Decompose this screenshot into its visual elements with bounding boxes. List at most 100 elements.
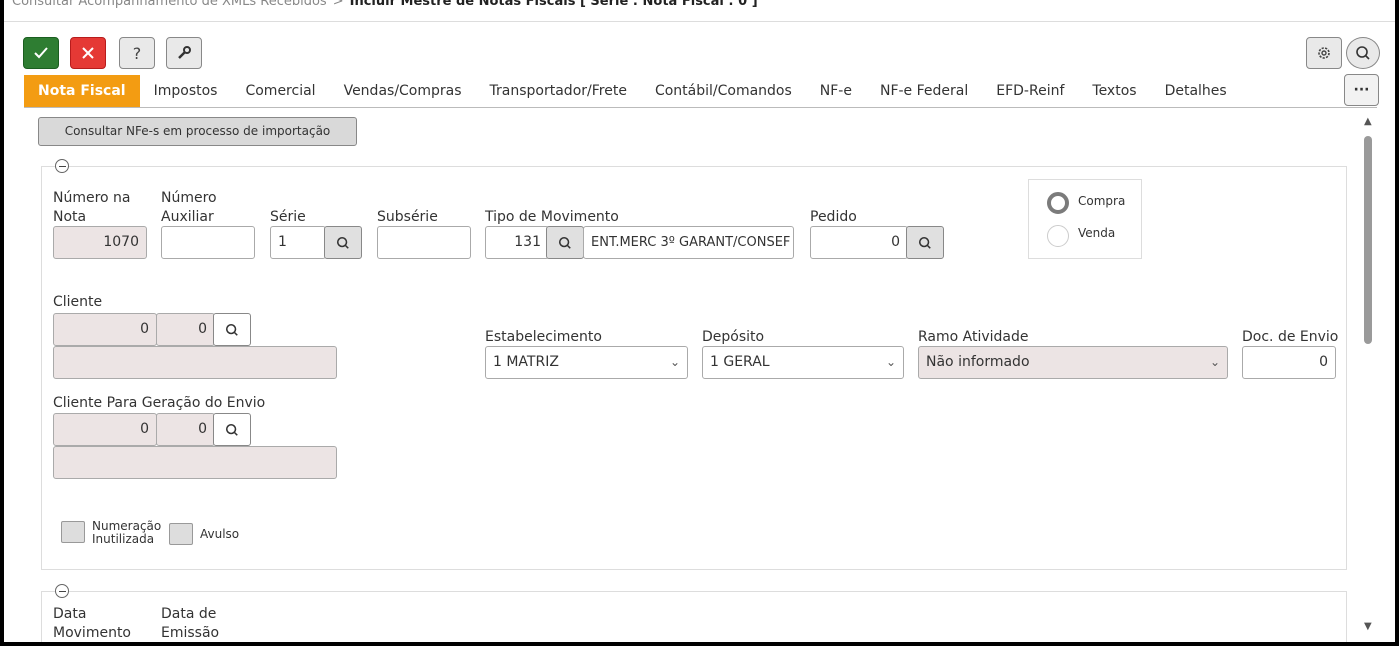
numero-aux-label-1: Número <box>161 190 217 206</box>
venda-radio[interactable] <box>1047 225 1069 247</box>
avulso-checkbox[interactable] <box>169 523 193 545</box>
cliente-code1-field[interactable]: 0 <box>53 313 157 346</box>
cancel-button[interactable] <box>70 37 106 69</box>
tab-cont-bil-comandos[interactable]: Contábil/Comandos <box>641 75 806 107</box>
tools-button[interactable] <box>166 37 202 69</box>
avulso-label: Avulso <box>200 527 240 541</box>
pedido-field[interactable]: 0 <box>810 226 908 259</box>
pedido-search-button[interactable] <box>906 226 944 259</box>
tab-comercial[interactable]: Comercial <box>231 75 329 107</box>
tab-efd-reinf[interactable]: EFD-Reinf <box>982 75 1078 107</box>
scroll-down-icon[interactable]: ▼ <box>1364 621 1372 632</box>
deposito-value: 1 GERAL <box>710 354 770 370</box>
search-icon <box>225 423 238 436</box>
app-frame: Consultar Acompanhamento de XMLs Recebid… <box>4 0 1395 642</box>
help-button[interactable]: ? <box>119 37 155 69</box>
search-icon <box>225 323 238 336</box>
tab-detalhes[interactable]: Detalhes <box>1151 75 1241 107</box>
vertical-scrollbar[interactable]: ▲ ▼ <box>1361 110 1377 632</box>
settings-button[interactable] <box>1306 37 1342 69</box>
deposito-label: Depósito <box>702 329 765 345</box>
serie-field[interactable]: 1 <box>270 226 326 259</box>
ramo-atividade-value: Não informado <box>926 354 1030 370</box>
chevron-down-icon: ⌄ <box>669 355 680 369</box>
cliente-envio-code2-field[interactable]: 0 <box>156 413 215 446</box>
subserie-label: Subsérie <box>377 209 438 225</box>
doc-envio-field[interactable]: 0 <box>1242 346 1336 379</box>
scroll-up-icon[interactable]: ▲ <box>1364 116 1372 127</box>
tipo-movimento-code-field[interactable]: 131 <box>485 226 549 259</box>
estabelecimento-select[interactable]: 1 MATRIZ ⌄ <box>485 346 688 379</box>
search-icon <box>558 236 571 249</box>
tab-bar: Nota Fiscal Impostos Comercial Vendas/Compr… <box>24 75 1241 107</box>
consult-nfe-button[interactable]: Consultar NFe-s em processo de importaçã… <box>38 117 357 146</box>
tab-nota-fiscal[interactable]: Nota Fiscal <box>24 75 140 107</box>
breadcrumb-separator: > <box>332 0 344 9</box>
cliente-label: Cliente <box>53 294 103 310</box>
cliente-envio-label: Cliente Para Geração do Envio <box>53 395 266 411</box>
collapse-section-icon[interactable] <box>55 159 69 173</box>
pedido-label: Pedido <box>810 209 857 225</box>
gear-icon <box>1318 47 1330 59</box>
collapse-section-icon[interactable] <box>55 584 69 598</box>
datas-section <box>41 591 1347 642</box>
tab-impostos[interactable]: Impostos <box>140 75 232 107</box>
more-options-button[interactable]: ··· <box>1344 74 1379 106</box>
numero-auxiliar-field[interactable] <box>161 226 255 259</box>
search-button[interactable] <box>1346 37 1380 69</box>
cliente-envio-name-field[interactable] <box>53 446 337 479</box>
search-icon <box>1356 46 1370 60</box>
data-movimento-label-1: Data <box>53 606 87 622</box>
tipo-movimento-label: Tipo de Movimento <box>485 209 619 225</box>
numero-nota-field[interactable]: 1070 <box>53 226 147 259</box>
chevron-down-icon: ⌄ <box>885 355 896 369</box>
tab-nf-e[interactable]: NF-e <box>806 75 866 107</box>
search-icon <box>336 236 349 249</box>
numeracao-inutilizada-checkbox[interactable] <box>61 521 85 543</box>
tab-nf-e-federal[interactable]: NF-e Federal <box>866 75 982 107</box>
data-emissao-label-2: Emissão <box>161 625 220 641</box>
tab-textos[interactable]: Textos <box>1078 75 1150 107</box>
cliente-envio-search-button[interactable] <box>213 413 251 446</box>
check-icon <box>34 47 48 59</box>
scroll-thumb[interactable] <box>1364 136 1372 344</box>
tipo-movimento-description-field[interactable]: ENT.MERC 3º GARANT/CONSEF <box>583 226 794 259</box>
cliente-envio-code1-field[interactable]: 0 <box>53 413 157 446</box>
estabelecimento-value: 1 MATRIZ <box>493 354 559 370</box>
numeracao-label-2: Inutilizada <box>92 532 155 546</box>
search-icon <box>918 236 931 249</box>
data-emissao-label-1: Data de <box>161 606 217 622</box>
deposito-select[interactable]: 1 GERAL ⌄ <box>702 346 904 379</box>
help-label: ? <box>132 43 142 63</box>
venda-label: Venda <box>1078 226 1116 240</box>
ramo-atividade-label: Ramo Atividade <box>918 329 1029 345</box>
numero-nota-label-2: Nota <box>53 209 87 225</box>
tab-divider <box>24 107 1377 108</box>
compra-label: Compra <box>1078 194 1126 208</box>
tab-vendas-compras[interactable]: Vendas/Compras <box>330 75 476 107</box>
data-movimento-label-2: Movimento <box>53 625 131 641</box>
confirm-button[interactable] <box>23 37 59 69</box>
serie-search-button[interactable] <box>324 226 362 259</box>
serie-label: Série <box>270 209 306 225</box>
chevron-down-icon: ⌄ <box>1209 355 1220 369</box>
cliente-code2-field[interactable]: 0 <box>156 313 215 346</box>
close-icon <box>82 47 94 59</box>
subserie-field[interactable] <box>377 226 471 259</box>
wrench-icon <box>178 46 191 59</box>
numero-nota-label-1: Número na <box>53 190 131 206</box>
estabelecimento-label: Estabelecimento <box>485 329 602 345</box>
ramo-atividade-select[interactable]: Não informado ⌄ <box>918 346 1228 379</box>
tab-transportador-frete[interactable]: Transportador/Frete <box>476 75 641 107</box>
cliente-search-button[interactable] <box>213 313 251 346</box>
compra-venda-radio-group: Compra Venda <box>1028 179 1142 259</box>
doc-envio-label: Doc. de Envio <box>1242 329 1339 345</box>
compra-radio[interactable] <box>1047 192 1069 214</box>
cliente-name-field[interactable] <box>53 346 337 379</box>
more-icon: ··· <box>1353 82 1370 98</box>
numero-aux-label-2: Auxiliar <box>161 209 214 225</box>
breadcrumb-parent[interactable]: Consultar Acompanhamento de XMLs Recebid… <box>12 0 327 9</box>
tipo-movimento-search-button[interactable] <box>546 226 584 259</box>
breadcrumb-current: Incluir Mestre de Notas Fiscais [ Série … <box>349 0 758 9</box>
header-divider <box>4 21 1395 22</box>
